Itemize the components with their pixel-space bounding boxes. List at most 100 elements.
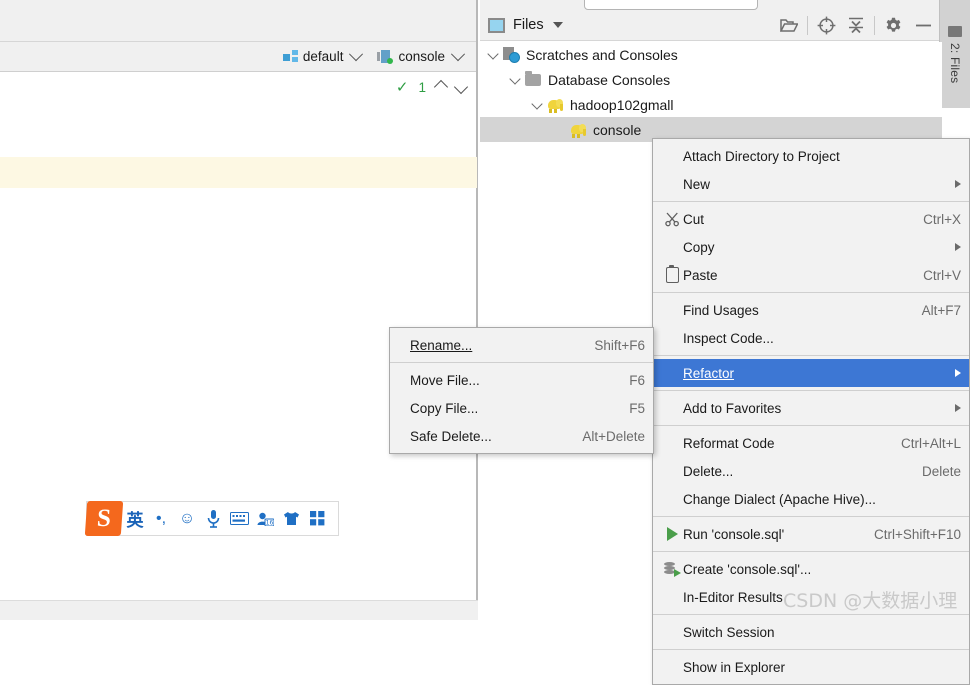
menu-item-shortcut: Ctrl+V [923,267,961,283]
menu-item-label: Change Dialect (Apache Hive)... [683,491,876,507]
ime-soft-keyboard-icon[interactable] [226,501,252,536]
ime-emoji-panel-icon[interactable]: ☺ [174,501,200,536]
menu-item-label: Inspect Code... [683,330,774,346]
chevron-down-icon[interactable] [532,99,543,110]
files-title-label: Files [513,17,544,33]
hive-icon [570,122,587,138]
menu-item-reformat-code[interactable]: Reformat Code Ctrl+Alt+L [653,429,969,457]
menu-item-run-console-sql[interactable]: Run 'console.sql' Ctrl+Shift+F10 [653,520,969,548]
menu-item-find-usages[interactable]: Find Usages Alt+F7 [653,296,969,324]
scroll-from-source-icon[interactable] [811,11,841,39]
tree-label: console [593,121,642,138]
menu-separator [653,390,969,391]
menu-item-add-to-favorites[interactable]: Add to Favorites [653,394,969,422]
menu-separator [653,614,969,615]
collapse-glyph [849,17,863,33]
settings-gear-icon[interactable] [878,11,908,39]
menu-item-icon-slot [661,653,683,681]
submenu-item-move-file[interactable]: Move File... F6 [390,366,653,394]
menu-item-shortcut: Ctrl+Alt+L [900,435,961,451]
menu-item-label: Run 'console.sql' [683,526,785,542]
menu-item-paste[interactable]: Paste Ctrl+V [653,261,969,289]
menu-item-label: Cut [683,211,705,227]
menu-item-icon-slot [396,366,410,394]
menu-item-label: Refactor [683,365,735,381]
menu-item-cut[interactable]: Cut Ctrl+X [653,205,969,233]
menu-item-shortcut: F6 [629,372,645,388]
menu-separator [653,551,969,552]
session-selector[interactable]: console [372,46,468,66]
menu-item-icon-slot [661,485,683,513]
scratches-icon [503,46,520,63]
menu-separator [653,425,969,426]
hide-window-icon[interactable] [908,11,938,39]
microphone-glyph [207,509,219,528]
menu-item-copy[interactable]: Copy [653,233,969,261]
menu-item-change-dialect[interactable]: Change Dialect (Apache Hive)... [653,485,969,513]
menu-item-icon-slot [661,296,683,324]
search-everywhere-field[interactable] [584,0,758,10]
menu-item-label: Delete... [683,463,734,479]
menu-item-shortcut: Ctrl+Shift+F10 [873,526,961,542]
menu-item-attach-directory-to-project[interactable]: Attach Directory to Project [653,142,969,170]
menu-item-label: Copy [683,239,715,255]
menu-item-delete[interactable]: Delete... Delete [653,457,969,485]
chevron-down-icon[interactable] [510,74,521,85]
submenu-arrow-icon [955,243,961,251]
scissors-glyph [664,212,679,226]
menu-item-shortcut: Delete [921,463,961,479]
menu-item-label: Switch Session [683,624,775,640]
menu-item-label: Find Usages [683,302,759,318]
menu-item-create-console-sql[interactable]: Create 'console.sql'... [653,555,969,583]
tree-row-database-consoles[interactable]: Database Consoles [480,67,942,92]
sogou-logo-icon[interactable]: S [84,501,124,536]
ime-skin-center-icon[interactable] [278,501,304,536]
ime-lang-mode-icon[interactable]: 英 [122,501,148,536]
menu-item-refactor[interactable]: Refactor [653,359,969,387]
menu-item-label: Paste [683,267,718,283]
menu-item-in-editor-results[interactable]: In-Editor Results [653,583,969,611]
tree-label: Scratches and Consoles [526,46,678,63]
module-icon [282,50,298,63]
menu-item-switch-session[interactable]: Switch Session [653,618,969,646]
toolbar-separator [874,15,875,35]
chevron-down-icon[interactable] [552,22,563,28]
chevron-down-icon[interactable] [488,49,499,60]
tool-window-stripe-label: 2: Files [948,43,962,84]
chevron-down-icon [349,46,364,61]
menu-item-inspect-code[interactable]: Inspect Code... [653,324,969,352]
menu-item-icon-slot [396,394,410,422]
scissors-icon [661,205,683,233]
folder-icon [948,26,962,37]
submenu-item-rename[interactable]: Rename... Shift+F6 [390,331,653,359]
menu-item-new[interactable]: New [653,170,969,198]
menu-item-shortcut: Alt+F7 [921,302,961,318]
tool-window-stripe-files[interactable]: 2: Files [939,0,970,108]
menu-item-show-in-explorer[interactable]: Show in Explorer [653,653,969,681]
files-tree: Scratches and Consoles Database Consoles… [480,42,942,142]
ime-punctuation-mode-icon[interactable]: •, [148,501,174,536]
tree-label: hadoop102gmall [570,96,674,113]
collapse-all-icon[interactable] [841,11,871,39]
open-folder-icon[interactable] [774,11,804,39]
tree-row-hadoop102gmall[interactable]: hadoop102gmall [480,92,942,117]
tree-label: Database Consoles [548,71,671,88]
ime-toolbox-icon[interactable] [304,501,330,536]
run-configuration-selector[interactable]: default [278,46,367,66]
menu-item-label: Safe Delete... [410,428,492,444]
run-configuration-label: default [302,49,344,64]
submenu-item-safe-delete[interactable]: Safe Delete... Alt+Delete [390,422,653,450]
next-problem-icon[interactable] [453,79,469,95]
previous-problem-icon[interactable] [433,79,449,95]
ime-voice-input-icon[interactable] [200,501,226,536]
sogou-ime-toolbar[interactable]: S 英 •, ☺ 16 [84,501,339,536]
menu-item-shortcut: F5 [629,400,645,416]
target-glyph [817,16,835,34]
ime-user-center-icon[interactable]: 16 [252,501,278,536]
submenu-item-copy-file[interactable]: Copy File... F5 [390,394,653,422]
menu-item-shortcut: Ctrl+X [923,211,961,227]
files-toolbar [774,10,938,40]
menu-item-label: Attach Directory to Project [683,148,840,164]
hive-icon [547,97,564,113]
tree-row-scratches-and-consoles[interactable]: Scratches and Consoles [480,42,942,67]
